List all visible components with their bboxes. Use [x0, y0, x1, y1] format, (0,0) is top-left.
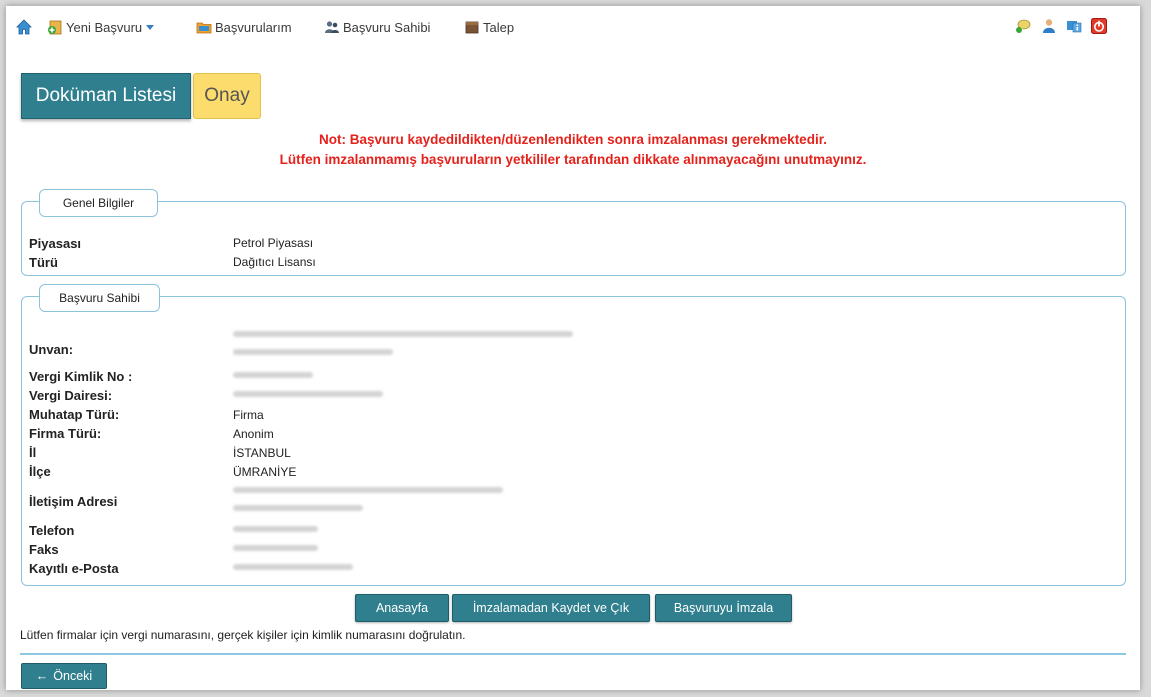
phone-label: Telefon	[29, 523, 75, 538]
tax-office-value-redacted	[233, 391, 383, 397]
type-label: Türü	[29, 255, 58, 270]
tab-document-list[interactable]: Doküman Listesi	[21, 73, 191, 119]
arrow-left-icon: ←	[35, 669, 49, 683]
contact-type-value: Firma	[233, 408, 264, 422]
address-label: İletişim Adresi	[29, 494, 118, 509]
home-button[interactable]: Anasayfa	[355, 594, 449, 622]
general-info-section: Genel Bilgiler Piyasası Petrol Piyasası …	[21, 189, 1126, 276]
tax-office-label: Vergi Dairesi:	[29, 388, 113, 403]
chat-icon[interactable]	[1015, 18, 1031, 34]
chevron-down-icon	[146, 24, 155, 30]
power-icon[interactable]	[1091, 18, 1107, 34]
general-info-legend: Genel Bilgiler	[39, 189, 158, 217]
applicant-legend: Başvuru Sahibi	[39, 284, 160, 312]
users-icon	[324, 19, 340, 35]
title-value-redacted-2	[233, 349, 393, 355]
company-type-value: Anonim	[233, 427, 274, 441]
divider	[20, 653, 1126, 655]
nav-my-applications[interactable]: Başvurularım	[196, 18, 292, 36]
address-value-redacted	[233, 487, 503, 493]
user-icon[interactable]	[1041, 18, 1057, 34]
previous-button[interactable]: ← Önceki	[21, 663, 107, 689]
tax-id-value-redacted	[233, 372, 313, 378]
nav-my-applications-label: Başvurularım	[215, 19, 292, 35]
nav-applicant-label: Başvuru Sahibi	[343, 19, 431, 35]
nav-request[interactable]: Talep	[464, 18, 514, 36]
sign-application-button[interactable]: Başvuruyu İmzala	[655, 594, 792, 622]
save-without-signing-button[interactable]: İmzalamadan Kaydet ve Çık	[452, 594, 650, 622]
address-value-redacted-2	[233, 505, 363, 511]
nav-request-label: Talep	[483, 19, 515, 35]
tax-id-label: Vergi Kimlik No :	[29, 369, 133, 384]
info-icon[interactable]	[1066, 18, 1082, 34]
nav-new-application[interactable]: Yeni Başvuru	[47, 18, 155, 36]
district-label: İlçe	[29, 464, 51, 479]
district-value: ÜMRANİYE	[233, 465, 297, 479]
market-value: Petrol Piyasası	[233, 236, 314, 250]
email-value-redacted	[233, 564, 353, 570]
fax-value-redacted	[233, 545, 318, 551]
warning-line-1: Not: Başvuru kaydedildikten/düzenlendikt…	[319, 132, 827, 147]
nav-applicant[interactable]: Başvuru Sahibi	[324, 18, 430, 36]
folder-icon	[196, 19, 212, 35]
company-type-label: Firma Türü:	[29, 426, 102, 441]
title-value-redacted	[233, 331, 573, 337]
box-icon	[464, 19, 480, 35]
applicant-section: Başvuru Sahibi Unvan: Vergi Kimlik No : …	[21, 284, 1126, 586]
nav-new-application-label: Yeni Başvuru	[66, 19, 143, 35]
home-icon[interactable]	[16, 18, 32, 36]
tab-approve[interactable]: Onay	[193, 73, 261, 119]
type-value: Dağıtıcı Lisansı	[233, 255, 316, 269]
province-label: İl	[29, 445, 37, 460]
previous-button-label: Önceki	[53, 669, 93, 683]
market-label: Piyasası	[29, 236, 82, 251]
footnote-text: Lütfen firmalar için vergi numarasını, g…	[20, 628, 466, 642]
province-value: İSTANBUL	[233, 446, 291, 460]
phone-value-redacted	[233, 526, 318, 532]
app-window: Yeni Başvuru Başvurularım Başvuru Sahibi…	[6, 6, 1140, 690]
top-navbar: Yeni Başvuru Başvurularım Başvuru Sahibi…	[6, 6, 1140, 46]
new-document-icon	[47, 19, 63, 35]
fax-label: Faks	[29, 542, 59, 557]
title-label: Unvan:	[29, 342, 74, 357]
contact-type-label: Muhatap Türü:	[29, 407, 120, 422]
warning-line-2: Lütfen imzalanmamış başvuruların yetkili…	[279, 152, 867, 167]
email-label: Kayıtlı e-Posta	[29, 561, 119, 576]
